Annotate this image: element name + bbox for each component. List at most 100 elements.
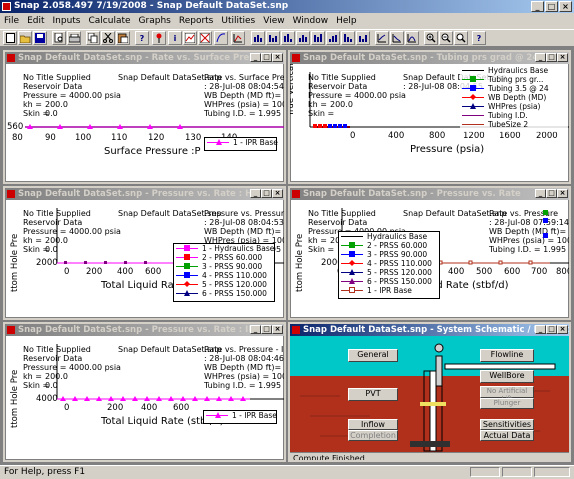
menu-utilities[interactable]: Utilities xyxy=(217,16,259,26)
inflow-button[interactable]: Inflow xyxy=(348,419,398,430)
window-title-bar[interactable]: Snap Default DataSet.snp - System Schema… xyxy=(290,324,569,336)
print-icon[interactable] xyxy=(67,31,81,45)
x-tick-0: 0 xyxy=(350,131,356,141)
artificial-lift-button[interactable]: No Artificial Lift xyxy=(480,386,534,403)
x-tick-6: 600 xyxy=(504,267,521,277)
x-tick-5: 500 xyxy=(476,267,493,277)
chart-b-icon[interactable] xyxy=(251,31,265,45)
legend-item: 1 - IPR Base xyxy=(367,286,412,295)
paste-icon[interactable] xyxy=(116,31,130,45)
zoom-fit-icon[interactable] xyxy=(454,31,468,45)
pin-icon[interactable] xyxy=(152,31,166,45)
plunger-button[interactable]: Plunger xyxy=(480,398,534,409)
legend-item: WHPres (psia) xyxy=(488,102,541,111)
x-tick-2: 400 xyxy=(141,403,158,413)
menu-file[interactable]: File xyxy=(0,16,23,26)
window-tubing-prs-grad[interactable]: Snap Default DataSet.snp - Tubing prs gr… xyxy=(288,50,571,184)
menu-view[interactable]: View xyxy=(259,16,288,26)
chart-f-icon[interactable] xyxy=(311,31,325,45)
x-tick-2: 100 xyxy=(75,133,92,143)
status-panel xyxy=(502,467,532,477)
close-button[interactable]: × xyxy=(559,1,572,12)
menu-graphs[interactable]: Graphs xyxy=(135,16,175,26)
sensitivities-button[interactable]: Sensitivities xyxy=(480,419,534,430)
chart-icon[interactable] xyxy=(183,31,197,45)
copy-icon[interactable] xyxy=(86,31,100,45)
menu-edit[interactable]: Edit xyxy=(23,16,48,26)
calculate-icon[interactable]: i xyxy=(168,31,182,45)
chart-d-icon[interactable] xyxy=(281,31,295,45)
legend-item: 3 - PRSS 90.000 xyxy=(367,250,428,259)
x-tick-1: 200 xyxy=(86,267,103,277)
cut-icon[interactable] xyxy=(101,31,115,45)
status-panel xyxy=(534,467,570,477)
plot-area[interactable] xyxy=(5,52,286,184)
zoom-in-icon[interactable] xyxy=(424,31,438,45)
app-title: Snap 2.058.497 7/19/2008 - Snap Default … xyxy=(14,1,289,11)
print-preview-icon[interactable] xyxy=(52,31,66,45)
x-tick-3: 1200 xyxy=(463,131,485,141)
legend-item: 5 - PRSS 120.000 xyxy=(367,268,432,277)
window-pressure-vs-rate-ipr[interactable]: Snap Default DataSet.snp - Pressure vs. … xyxy=(3,322,286,462)
x-tick-5: 130 xyxy=(185,133,202,143)
zoom-out-icon[interactable] xyxy=(439,31,453,45)
x-tick-4: 400 xyxy=(448,267,465,277)
legend-item: 3 - PRSS 90.000 xyxy=(202,262,263,271)
general-button[interactable]: General xyxy=(348,349,398,362)
x-tick-3: 110 xyxy=(111,133,128,143)
window-pressure-vs-rate-hydraulics[interactable]: Snap Default DataSet.snp - Pressure vs. … xyxy=(3,186,286,320)
completion-button[interactable]: Completion xyxy=(348,430,398,441)
export-icon[interactable] xyxy=(198,31,212,45)
flowline-button[interactable]: Flowline xyxy=(480,349,534,362)
save-icon[interactable] xyxy=(33,31,47,45)
minimize-button[interactable]: _ xyxy=(535,325,546,334)
chart-e-icon[interactable] xyxy=(296,31,310,45)
menu-calculate[interactable]: Calculate xyxy=(85,16,135,26)
window-pressure-vs-rate[interactable]: Snap Default DataSet.snp - Pressure vs. … xyxy=(288,186,571,320)
x-tick-4: 120 xyxy=(148,133,165,143)
menu-inputs[interactable]: Inputs xyxy=(49,16,85,26)
x-tick-8: 800 xyxy=(556,267,571,277)
chart-i-icon[interactable] xyxy=(356,31,370,45)
mdi-workspace: Snap Default DataSet.snp - Rate vs. Surf… xyxy=(0,47,574,465)
pvt-button[interactable]: PVT xyxy=(348,388,398,401)
legend-item: WB Depth (MD) xyxy=(488,93,547,102)
chart-h-icon[interactable] xyxy=(341,31,355,45)
legend-item: Hydraulics Base xyxy=(367,232,428,241)
wellbore-button[interactable]: WellBore xyxy=(480,370,534,383)
chart-l-icon[interactable] xyxy=(405,31,419,45)
chart-a-icon[interactable] xyxy=(231,31,245,45)
plot-area[interactable] xyxy=(5,324,286,462)
window-system-schematic[interactable]: Snap Default DataSet.snp - System Schema… xyxy=(288,322,571,462)
status-text: For Help, press F1 xyxy=(4,467,86,477)
legend-item: 5 - PRSS 120.000 xyxy=(202,280,267,289)
menu-window[interactable]: Window xyxy=(289,16,333,26)
status-panel xyxy=(470,467,500,477)
actual-data-button[interactable]: Actual Data xyxy=(480,430,534,441)
chart-c-icon[interactable] xyxy=(266,31,280,45)
app-icon[interactable] xyxy=(2,2,11,11)
new-icon[interactable] xyxy=(3,31,17,45)
window-rate-vs-surface-pressure[interactable]: Snap Default DataSet.snp - Rate vs. Surf… xyxy=(3,50,286,184)
legend-item: Tubing prs gr... xyxy=(488,75,544,84)
chart-g-icon[interactable] xyxy=(326,31,340,45)
legend-item: 2 - PRSS 60.000 xyxy=(367,241,428,250)
menu-help[interactable]: Help xyxy=(332,16,361,26)
chart-j-icon[interactable] xyxy=(375,31,389,45)
curve-icon[interactable] xyxy=(214,31,228,45)
legend-item: 4 - PRSS 110.000 xyxy=(367,259,432,268)
info-icon[interactable]: ? xyxy=(135,31,149,45)
menu-reports[interactable]: Reports xyxy=(175,16,218,26)
x-tick-1: 400 xyxy=(388,131,405,141)
help-icon[interactable]: ? xyxy=(472,31,486,45)
legend-item: Tubing 3.5 @ 24 xyxy=(488,84,549,93)
x-axis-label: Pressure (psia) xyxy=(410,144,485,155)
close-button[interactable]: × xyxy=(557,325,568,334)
legend: Hydraulics Base Tubing prs gr... Tubing … xyxy=(460,66,568,132)
maximize-button[interactable]: □ xyxy=(546,325,557,334)
open-icon[interactable] xyxy=(18,31,32,45)
minimize-button[interactable]: _ xyxy=(531,1,544,12)
app-title-bar[interactable]: Snap 2.058.497 7/19/2008 - Snap Default … xyxy=(0,0,574,13)
chart-k-icon[interactable] xyxy=(390,31,404,45)
maximize-button[interactable]: □ xyxy=(545,1,558,12)
